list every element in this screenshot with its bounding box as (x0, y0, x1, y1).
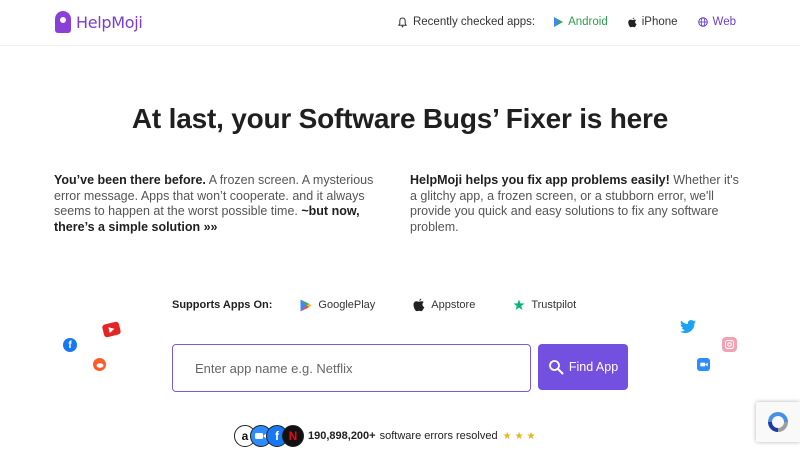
errors-label: software errors resolved (379, 430, 498, 442)
logo-text: HelpMoji (76, 12, 143, 32)
supported-stores: Supports Apps On: GooglePlay Appstore Tr… (172, 298, 614, 312)
find-app-button[interactable]: Find App (538, 344, 628, 390)
store-appstore: Appstore (413, 298, 475, 312)
recaptcha-icon (768, 412, 788, 432)
errors-resolved-row: a f N 190,898,200+ software errors resol… (234, 425, 539, 447)
site-header: HelpMoji Recently checked apps: Android … (0, 0, 800, 46)
store-googleplay-label: GooglePlay (318, 299, 376, 311)
recent-apps-nav: Recently checked apps: Android iPhone We… (397, 16, 736, 28)
nav-iphone[interactable]: iPhone (627, 16, 678, 28)
nav-web-label: Web (712, 16, 736, 28)
trustpilot-star-icon (513, 299, 525, 310)
store-googleplay: GooglePlay (300, 299, 375, 312)
logo[interactable]: HelpMoji (55, 11, 143, 33)
instagram-icon (722, 337, 737, 352)
app-search-input[interactable] (173, 345, 530, 391)
intro-paragraph-right: HelpMoji helps you fix app problems easi… (410, 173, 746, 235)
twitter-icon (680, 319, 696, 333)
logo-mark-icon (55, 11, 71, 33)
reddit-icon (93, 358, 106, 371)
store-appstore-label: Appstore (431, 299, 476, 311)
facebook-icon: f (63, 338, 77, 352)
recaptcha-badge[interactable] (756, 402, 800, 442)
intro-right-bold: HelpMoji helps you fix app problems easi… (410, 173, 670, 187)
intro-paragraph-left: You’ve been there before. A frozen scree… (54, 173, 390, 235)
page-title: At last, your Software Bugs’ Fixer is he… (131, 103, 669, 134)
bell-icon (397, 17, 407, 27)
google-play-icon (554, 17, 564, 27)
errors-count: 190,898,200+ (308, 430, 376, 442)
youtube-icon (101, 321, 122, 338)
find-app-label: Find App (568, 360, 619, 374)
rating-stars: ★★★ (502, 430, 539, 442)
recently-checked-label: Recently checked apps: (412, 16, 536, 28)
apple-icon (627, 17, 637, 27)
nav-android[interactable]: Android (554, 16, 608, 28)
nav-web[interactable]: Web (697, 16, 736, 28)
store-trustpilot: Trustpilot (513, 299, 576, 311)
search-icon (548, 360, 564, 375)
google-play-icon (300, 299, 312, 311)
globe-icon (697, 17, 708, 27)
store-trustpilot-label: Trustpilot (531, 299, 577, 311)
nav-android-label: Android (568, 16, 608, 28)
app-avatars: a f N (234, 425, 304, 447)
zoom-icon (697, 358, 710, 371)
apple-icon (413, 298, 425, 312)
netflix-icon: N (282, 425, 304, 447)
app-search-box (172, 344, 531, 392)
supports-label: Supports Apps On: (172, 299, 273, 311)
intro-left-bold: You’ve been there before. (54, 173, 206, 187)
nav-iphone-label: iPhone (641, 16, 678, 28)
